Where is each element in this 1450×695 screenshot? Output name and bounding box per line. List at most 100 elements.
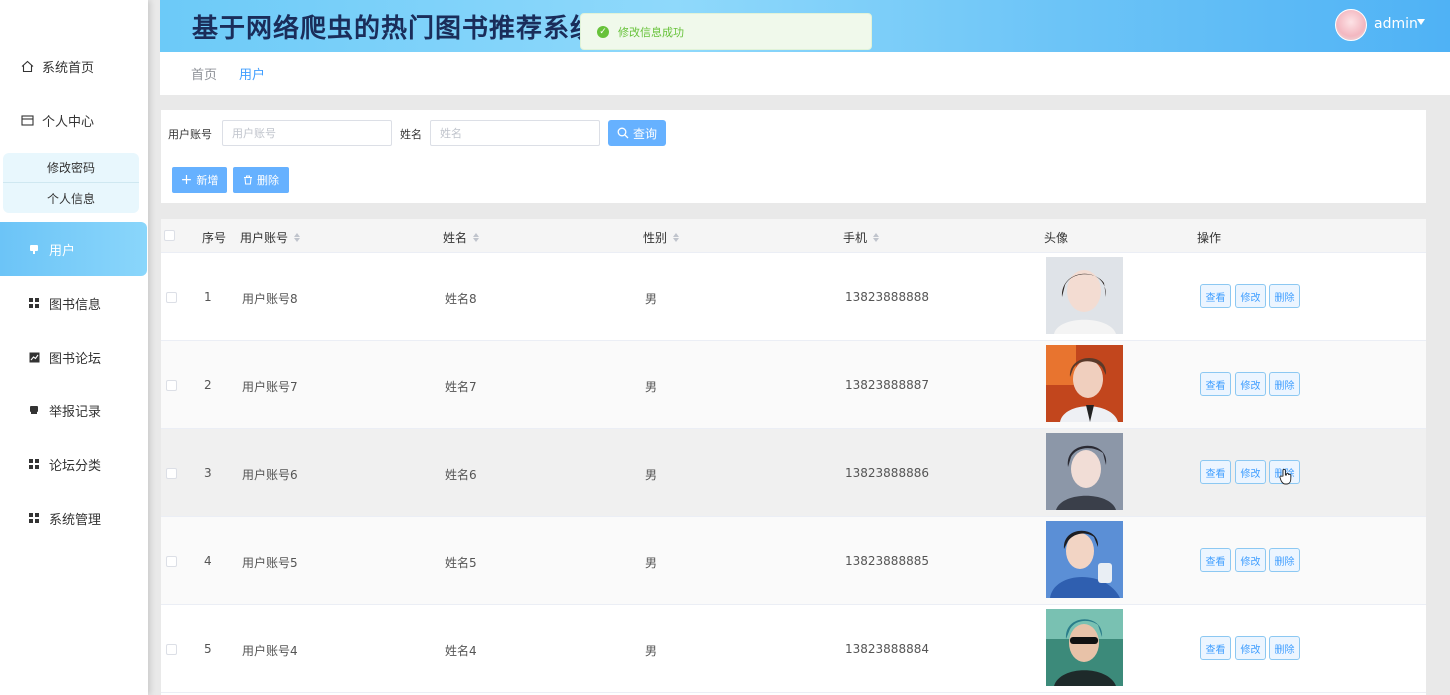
user-avatar[interactable]: [1335, 9, 1367, 41]
users-table: 序号 用户账号 姓名 性别 手机 头像 操作 1 用户账号8 姓名8 男 138…: [161, 219, 1426, 695]
row-checkbox[interactable]: [166, 292, 177, 303]
add-button[interactable]: + 新增: [172, 167, 227, 193]
query-button-label: 查询: [632, 126, 657, 141]
search-panel: 用户账号 姓名 查询 + 新增 删除: [161, 110, 1426, 203]
column-header-account[interactable]: 用户账号: [240, 229, 301, 246]
cell-no: 1: [204, 290, 212, 304]
delete-button[interactable]: 删除: [1269, 284, 1300, 308]
breadcrumb-home[interactable]: 首页: [191, 64, 217, 83]
cell-phone: 13823888884: [845, 642, 929, 656]
cell-phone: 13823888886: [845, 466, 929, 480]
cell-account: 用户账号8: [242, 292, 298, 306]
cell-no: 2: [204, 378, 212, 392]
table-header: 序号 用户账号 姓名 性别 手机 头像 操作: [161, 219, 1426, 253]
cell-name: 姓名5: [445, 556, 477, 570]
edit-button[interactable]: 修改: [1235, 284, 1266, 308]
cell-phone: 13823888887: [845, 378, 929, 392]
cell-account: 用户账号7: [242, 380, 298, 394]
cell-phone: 13823888888: [845, 290, 929, 304]
account-search-input[interactable]: [222, 120, 392, 146]
sidebar-item-book-info[interactable]: 图书信息: [0, 276, 148, 330]
sort-icon[interactable]: [294, 233, 301, 242]
table-row: 2 用户账号7 姓名7 男 13823888887 查看 修改 删除: [161, 341, 1426, 429]
avatar-image: [1046, 521, 1123, 598]
cell-no: 3: [204, 466, 212, 480]
sidebar-item-system-management[interactable]: 系统管理: [0, 491, 148, 545]
app-title: 基于网络爬虫的热门图书推荐系统: [192, 14, 598, 44]
query-button[interactable]: 查询: [608, 120, 666, 146]
sidebar-item-report-records[interactable]: 举报记录: [0, 383, 148, 437]
batch-delete-button[interactable]: 删除: [233, 167, 289, 193]
cell-name: 姓名6: [445, 468, 477, 482]
avatar-image: [1046, 257, 1123, 334]
sidebar-item-label: 用户: [49, 243, 76, 259]
view-button[interactable]: 查看: [1200, 372, 1231, 396]
grid-icon: [27, 457, 41, 471]
sidebar-item-label: 图书信息: [49, 297, 102, 313]
sidebar-item-personal-center[interactable]: 个人中心: [0, 93, 148, 147]
sort-icon[interactable]: [873, 233, 880, 242]
delete-button[interactable]: 删除: [1269, 636, 1300, 660]
edit-button[interactable]: 修改: [1235, 548, 1266, 572]
sort-icon[interactable]: [473, 233, 480, 242]
edit-button[interactable]: 修改: [1235, 460, 1266, 484]
cell-name: 姓名7: [445, 380, 477, 394]
edit-button[interactable]: 修改: [1235, 636, 1266, 660]
grid-icon: [27, 296, 41, 310]
check-circle-icon: ✓: [597, 25, 609, 38]
sidebar-item-label: 个人中心: [42, 114, 95, 130]
sidebar-item-forum-category[interactable]: 论坛分类: [0, 437, 148, 491]
chevron-down-icon[interactable]: [1417, 19, 1425, 25]
name-label: 姓名: [400, 128, 422, 141]
row-checkbox[interactable]: [166, 380, 177, 391]
avatar-image: [1046, 345, 1123, 422]
grid-icon: [27, 511, 41, 525]
cell-gender: 男: [645, 292, 658, 306]
sort-icon[interactable]: [673, 233, 680, 242]
column-header-name[interactable]: 姓名: [443, 229, 480, 246]
sidebar-item-label: 系统首页: [42, 60, 95, 76]
sidebar-item-label: 举报记录: [49, 404, 102, 420]
cell-no: 5: [204, 642, 212, 656]
delete-button-label: 删除: [257, 174, 279, 187]
column-header-gender[interactable]: 性别: [643, 229, 680, 246]
toast-message: 修改信息成功: [618, 25, 684, 39]
delete-button[interactable]: 删除: [1269, 548, 1300, 572]
breadcrumb: 首页 用户: [160, 52, 1450, 95]
row-checkbox[interactable]: [166, 644, 177, 655]
cell-gender: 男: [645, 380, 658, 394]
edit-button[interactable]: 修改: [1235, 372, 1266, 396]
hand-cursor-icon: [1279, 468, 1292, 485]
sidebar-item-label: 图书论坛: [49, 351, 102, 367]
chart-icon: [27, 350, 41, 364]
cell-name: 姓名8: [445, 292, 477, 306]
sidebar-item-book-forum[interactable]: 图书论坛: [0, 330, 148, 384]
delete-button[interactable]: 删除: [1269, 372, 1300, 396]
submenu-item-change-password[interactable]: 修改密码: [3, 153, 139, 183]
sidebar-item-home[interactable]: 系统首页: [0, 39, 148, 93]
row-checkbox[interactable]: [166, 468, 177, 479]
tag-icon: [27, 403, 41, 417]
sidebar-item-label: 论坛分类: [49, 458, 102, 474]
row-checkbox[interactable]: [166, 556, 177, 567]
name-search-input[interactable]: [430, 120, 600, 146]
cell-name: 姓名4: [445, 644, 477, 658]
user-name[interactable]: admin: [1374, 16, 1418, 32]
tag-icon: [27, 242, 41, 256]
sidebar-item-users[interactable]: 用户: [0, 222, 147, 276]
select-all-checkbox[interactable]: [164, 230, 175, 241]
table-row: 4 用户账号5 姓名5 男 13823888885 查看 修改 删除: [161, 517, 1426, 605]
sidebar: 系统首页 个人中心 修改密码 个人信息 用户 图书信息 图书论坛 举报记录 论坛…: [0, 0, 148, 695]
account-label: 用户账号: [168, 128, 212, 141]
cell-gender: 男: [645, 468, 658, 482]
view-button[interactable]: 查看: [1200, 460, 1231, 484]
submenu-item-personal-info[interactable]: 个人信息: [3, 183, 139, 213]
column-header-phone[interactable]: 手机: [843, 229, 880, 246]
breadcrumb-users: 用户: [239, 68, 266, 83]
view-button[interactable]: 查看: [1200, 548, 1231, 572]
cell-account: 用户账号5: [242, 556, 298, 570]
table-row: 3 用户账号6 姓名6 男 13823888886 查看 修改 删除: [161, 429, 1426, 517]
view-button[interactable]: 查看: [1200, 636, 1231, 660]
view-button[interactable]: 查看: [1200, 284, 1231, 308]
column-header-no: 序号: [202, 231, 227, 245]
